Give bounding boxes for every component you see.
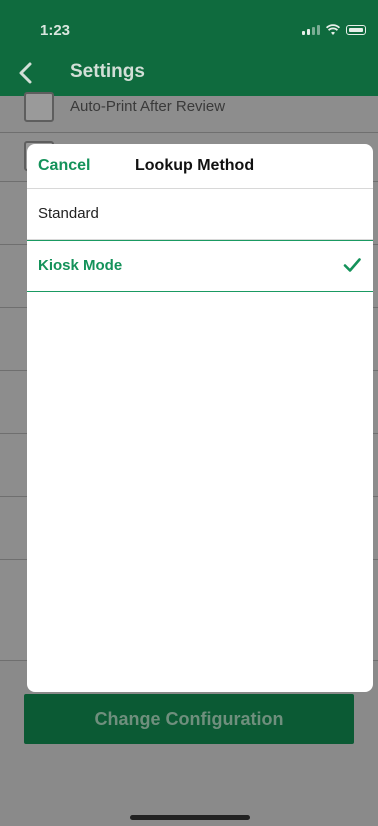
setting-label-auto-print: Auto-Print After Review	[70, 98, 226, 115]
home-indicator[interactable]	[130, 815, 250, 820]
checkbox-auto-print[interactable]	[24, 92, 54, 122]
signal-icon	[302, 25, 320, 35]
wifi-icon	[326, 24, 340, 35]
option-standard[interactable]: Standard	[27, 189, 373, 240]
back-chevron-icon[interactable]	[14, 58, 36, 88]
app-screen: 1:23 Settings Auto-Print After Review Ch	[0, 0, 378, 826]
picker-title: Lookup Method	[135, 157, 255, 174]
status-time: 1:23	[40, 22, 71, 39]
lookup-method-picker: Cancel Lookup Method Standard Kiosk Mode	[27, 144, 373, 692]
setting-row-auto-print[interactable]: Auto-Print After Review	[0, 92, 378, 133]
option-label-kiosk-mode: Kiosk Mode	[38, 257, 123, 274]
option-kiosk-mode[interactable]: Kiosk Mode	[27, 240, 373, 292]
page-title: Settings	[70, 61, 145, 82]
picker-header: Cancel Lookup Method	[27, 144, 373, 189]
status-icons	[302, 24, 366, 36]
checkmark-icon	[343, 258, 361, 272]
option-label-standard: Standard	[38, 205, 99, 222]
cancel-button[interactable]: Cancel	[38, 157, 90, 175]
battery-icon	[346, 25, 366, 35]
nav-header: 1:23 Settings	[0, 0, 378, 96]
change-configuration-button[interactable]: Change Configuration	[24, 694, 354, 744]
